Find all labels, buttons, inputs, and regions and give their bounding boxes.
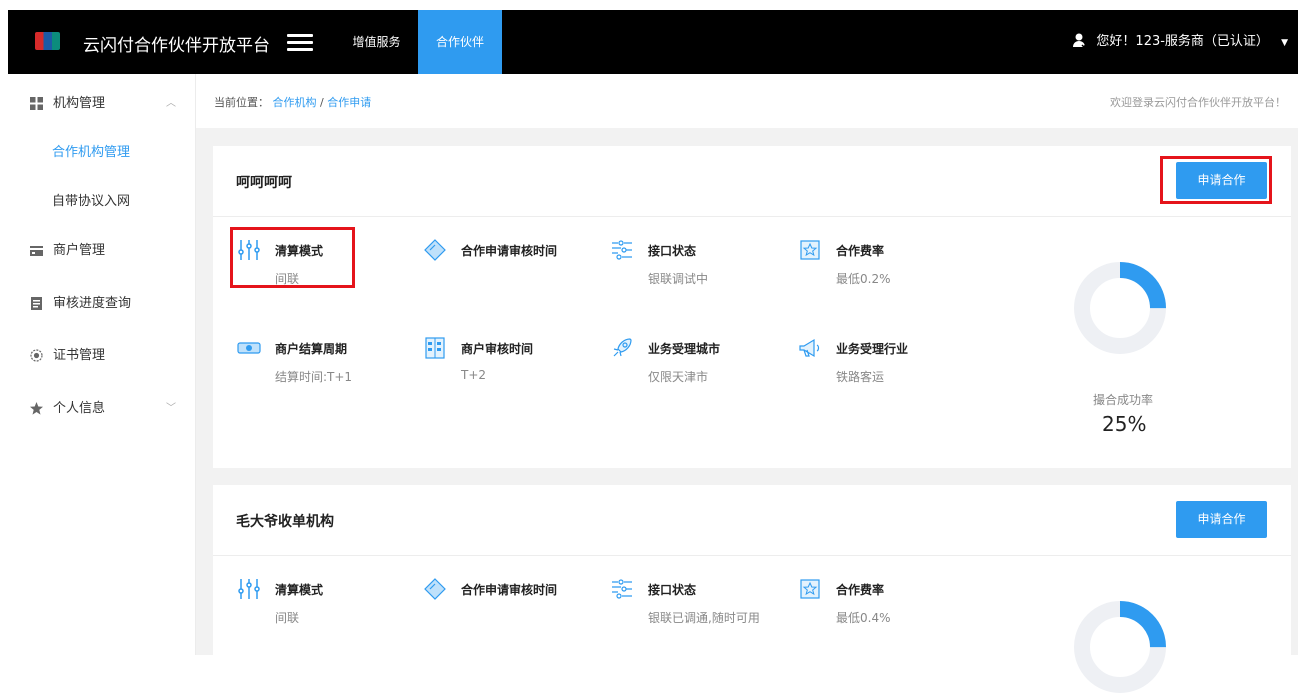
top-bar: 云闪付合作伙伴开放平台 增值服务 合作伙伴 您好！123-服务商（已认证） ▼ xyxy=(8,10,1298,74)
feature-service-industry: 业务受理行业 铁路客运 xyxy=(798,336,978,386)
breadcrumb-current[interactable]: 合作申请 xyxy=(327,96,371,109)
user-menu[interactable]: 您好！123-服务商（已认证） ▼ xyxy=(1072,10,1288,74)
feature-settlement-cycle: 商户结算周期 结算时间:T+1 xyxy=(237,336,417,386)
feature-value: 铁路客运 xyxy=(836,370,885,384)
feature-title: 合作申请审核时间 xyxy=(461,244,558,258)
diamond-icon xyxy=(424,239,446,261)
doc-icon xyxy=(31,297,42,310)
breadcrumb-separator: / xyxy=(320,96,324,109)
sidebar-subitem-label: 自带协议入网 xyxy=(52,194,131,209)
feature-review-time: 合作申请审核时间 xyxy=(423,238,603,288)
sidebar-item-label: 个人信息 xyxy=(53,401,106,416)
breadcrumb: 当前位置： 合作机构 / 合作申请 xyxy=(214,94,371,110)
success-rate-label: 撮合成功率 xyxy=(1093,393,1154,407)
feature-value: 最低0.4% xyxy=(836,611,891,625)
feature-service-city: 业务受理城市 仅限天津市 xyxy=(610,336,790,386)
feature-cooperation-rate: 合作费率 最低0.2% xyxy=(798,238,978,288)
feature-title: 清算模式 xyxy=(275,583,324,597)
card-header: 呵呵呵呵 申请合作 xyxy=(213,146,1291,217)
feature-title: 业务受理行业 xyxy=(836,342,909,356)
target-icon xyxy=(30,349,43,362)
feature-review-time: 合作申请审核时间 xyxy=(423,577,603,627)
partner-card: 毛大爷收单机构 申请合作 清算模式 间联 合作申请审核时间 接口状态 银联已调通… xyxy=(213,485,1291,693)
feature-cooperation-rate: 合作费率 最低0.4% xyxy=(798,577,978,627)
feature-title: 业务受理城市 xyxy=(648,342,721,356)
interface-icon xyxy=(612,579,632,599)
feature-interface-status: 接口状态 银联调试中 xyxy=(610,238,790,288)
welcome-text: 欢迎登录云闪付合作伙伴开放平台！ xyxy=(1110,96,1286,109)
success-rate-donut xyxy=(1074,601,1166,693)
sidebar-item-personal-info[interactable]: 个人信息 ﹀ xyxy=(0,389,195,429)
sidebar-item-merchant-management[interactable]: 商户管理 xyxy=(0,231,195,271)
feature-value: 银联已调通,随时可用 xyxy=(648,611,760,625)
unionpay-logo-icon xyxy=(35,32,60,50)
feature-value: T+2 xyxy=(461,368,487,382)
feature-interface-status: 接口状态 银联已调通,随时可用 xyxy=(610,577,790,627)
card-title: 呵呵呵呵 xyxy=(236,175,292,191)
chevron-up-icon: ︿ xyxy=(166,98,176,109)
feature-title: 商户审核时间 xyxy=(461,342,534,356)
sidebar-subitem-own-protocol[interactable]: 自带协议入网 xyxy=(0,182,195,222)
highlight-box xyxy=(1160,156,1272,204)
feature-value: 最低0.2% xyxy=(836,272,891,286)
sidebar-subitem-label: 合作机构管理 xyxy=(52,145,131,160)
apply-cooperation-button[interactable]: 申请合作 xyxy=(1176,501,1267,538)
feature-value: 银联调试中 xyxy=(648,272,709,286)
grid-icon xyxy=(30,97,43,110)
caret-down-icon: ▼ xyxy=(1281,38,1288,48)
partner-card: 呵呵呵呵 申请合作 清算模式 间联 合作申请审核时间 接口状态 银联调试中 合作… xyxy=(213,146,1291,468)
sidebar: 机构管理 ︿ 合作机构管理 自带协议入网 商户管理 审核进度查询 证书管理 个人… xyxy=(0,74,196,655)
nav-partners[interactable]: 合作伙伴 xyxy=(418,10,502,74)
user-icon xyxy=(1073,33,1088,48)
feature-value: 结算时间:T+1 xyxy=(275,370,353,384)
feature-title: 合作费率 xyxy=(836,244,885,258)
sidebar-item-label: 机构管理 xyxy=(53,96,106,111)
feature-merchant-review-time: 商户审核时间 T+2 xyxy=(423,336,603,386)
breadcrumb-prefix: 当前位置： xyxy=(214,96,269,109)
main-content: 当前位置： 合作机构 / 合作申请 欢迎登录云闪付合作伙伴开放平台！ 呵呵呵呵 … xyxy=(196,74,1298,693)
feature-value: 间联 xyxy=(275,611,300,625)
feature-title: 商户结算周期 xyxy=(275,342,348,356)
sliders-icon xyxy=(238,579,260,599)
highlight-box xyxy=(230,227,355,288)
chevron-down-icon: ﹀ xyxy=(166,403,176,414)
sidebar-subitem-partner-org[interactable]: 合作机构管理 xyxy=(0,133,195,173)
breadcrumb-bar: 当前位置： 合作机构 / 合作申请 欢迎登录云闪付合作伙伴开放平台！ xyxy=(196,74,1298,128)
nav-value-added-services[interactable]: 增值服务 xyxy=(334,10,419,74)
feature-title: 接口状态 xyxy=(648,583,697,597)
rocket-icon xyxy=(613,338,632,357)
sidebar-item-org-management[interactable]: 机构管理 ︿ xyxy=(0,84,195,124)
app-title: 云闪付合作伙伴开放平台 xyxy=(83,36,270,56)
rate-icon xyxy=(800,579,820,599)
card-icon xyxy=(30,246,43,256)
sidebar-item-certificate[interactable]: 证书管理 xyxy=(0,336,195,376)
star-icon xyxy=(30,402,43,415)
feature-clearing-mode: 清算模式 间联 xyxy=(237,577,417,627)
feature-title: 合作费率 xyxy=(836,583,885,597)
breadcrumb-link-partner-org[interactable]: 合作机构 xyxy=(273,96,317,109)
sidebar-item-label: 商户管理 xyxy=(53,243,106,258)
feature-title: 合作申请审核时间 xyxy=(461,583,558,597)
hamburger-icon[interactable] xyxy=(287,34,313,51)
diamond-icon xyxy=(424,578,446,600)
user-greeting: 您好！123-服务商（已认证） xyxy=(1096,34,1269,49)
megaphone-icon xyxy=(799,338,820,358)
sidebar-item-label: 证书管理 xyxy=(53,348,106,363)
interface-icon xyxy=(612,240,632,260)
settle-icon xyxy=(237,342,261,354)
card-title: 毛大爷收单机构 xyxy=(236,514,334,530)
sidebar-item-review-progress[interactable]: 审核进度查询 xyxy=(0,284,195,324)
sidebar-item-label: 审核进度查询 xyxy=(53,296,132,311)
rate-icon xyxy=(800,240,820,260)
success-rate-value: 25% xyxy=(1102,412,1147,436)
feature-title: 接口状态 xyxy=(648,244,697,258)
feature-value: 仅限天津市 xyxy=(648,370,709,384)
success-rate-donut xyxy=(1074,262,1166,354)
card-header: 毛大爷收单机构 申请合作 xyxy=(213,485,1291,556)
building-icon xyxy=(425,337,445,359)
